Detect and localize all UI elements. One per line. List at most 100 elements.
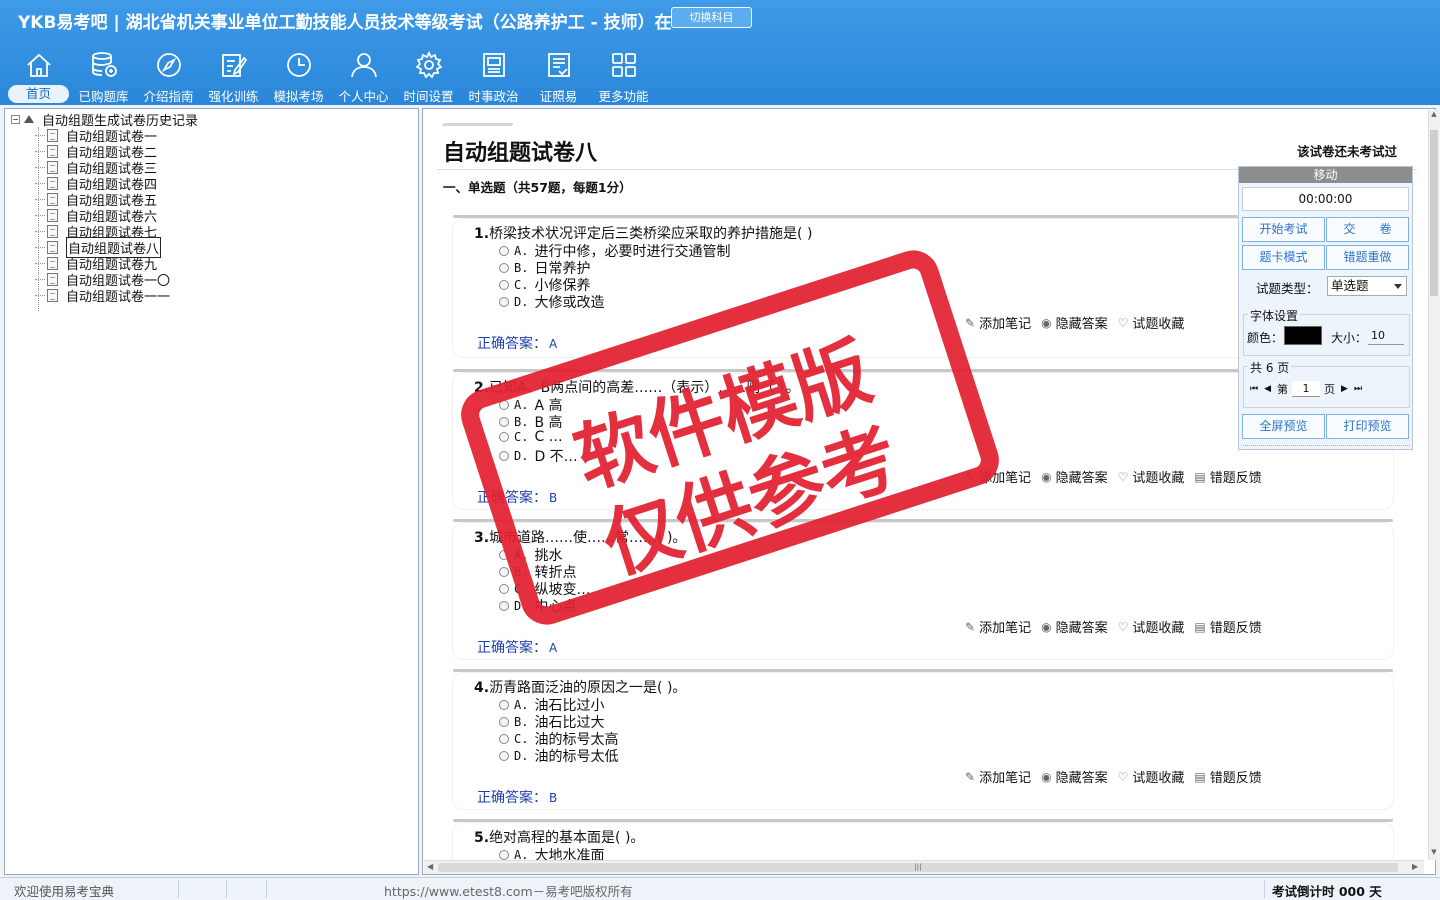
radio-button[interactable] (499, 751, 509, 761)
action-eye[interactable]: ◉ 隐藏答案 (1041, 467, 1108, 487)
option-letter: D. (514, 599, 529, 613)
nav-purchased-bank[interactable]: 已购题库 (71, 46, 136, 104)
option-text: 中心点 (534, 599, 577, 615)
nav-training[interactable]: 强化训练 (201, 46, 266, 104)
option-letter: B. (514, 415, 529, 429)
question-type-select[interactable]: 单选题 (1327, 276, 1407, 296)
last-page-icon[interactable]: ⏭ (1354, 384, 1362, 394)
radio-button[interactable] (499, 297, 509, 307)
action-heart[interactable]: ♡ 试题收藏 (1118, 467, 1185, 487)
document-icon (47, 144, 58, 158)
heart-icon: ♡ (1117, 769, 1129, 784)
radio-button[interactable] (499, 734, 509, 744)
scroll-down-icon[interactable]: ▼ (1429, 848, 1439, 858)
radio-button[interactable] (499, 400, 509, 410)
radio-button[interactable] (499, 584, 509, 594)
option-letter: C. (514, 430, 529, 444)
next-page-icon[interactable]: ▶ (1341, 384, 1348, 394)
scroll-up-icon[interactable]: ▲ (1429, 110, 1439, 120)
action-pencil[interactable]: ✎ 添加笔记 (965, 467, 1031, 487)
section-heading: 一、单选题（共57题，每题1分） (443, 180, 632, 195)
move-handle[interactable]: 移动 (1239, 167, 1412, 183)
scroll-thumb[interactable]: ||| (438, 863, 1398, 872)
fullscreen-preview-button[interactable]: 全屏预览 (1242, 414, 1325, 439)
redo-wrong-button[interactable]: 错题重做 (1326, 245, 1409, 270)
action-eye[interactable]: ◉ 隐藏答案 (1041, 617, 1108, 637)
action-eye[interactable]: ◉ 隐藏答案 (1041, 767, 1108, 787)
pencil-icon: ✎ (965, 769, 976, 784)
paper-history-tree: − 自动组题生成试卷历史记录 自动组题试卷一 自动组题试卷二 自动组题试卷三 自动组题… (4, 108, 419, 875)
answer-option[interactable]: D. 油的标号太低 (499, 746, 618, 766)
answer-option[interactable]: D. D 不… (499, 446, 578, 466)
submit-paper-button[interactable]: 交 卷 (1326, 217, 1409, 242)
tree-item[interactable]: 自动组题试卷一一 (34, 287, 170, 305)
question-actions: ✎ 添加笔记 ◉ 隐藏答案 ♡ 试题收藏 ▤ 错题反馈 (965, 617, 1272, 637)
nav-home[interactable]: 首页 (6, 46, 71, 104)
feedback-icon: ▤ (1194, 619, 1206, 634)
question-actions: ✎ 添加笔记 ◉ 隐藏答案 ♡ 试题收藏 (965, 313, 1194, 333)
card-mode-button[interactable]: 题卡模式 (1242, 245, 1325, 270)
action-heart[interactable]: ♡ 试题收藏 (1117, 767, 1185, 787)
vertical-scrollbar[interactable]: ▲ ▼ (1428, 110, 1438, 860)
nav-label: 首页 (8, 85, 69, 103)
start-exam-button[interactable]: 开始考试 (1242, 217, 1325, 242)
action-feedback[interactable]: ▤ 错题反馈 (1194, 617, 1261, 637)
radio-button[interactable] (499, 550, 509, 560)
prev-page-icon[interactable]: ◀ (1264, 384, 1271, 394)
option-letter: A. (514, 698, 529, 712)
action-pencil[interactable]: ✎ 添加笔记 (965, 313, 1031, 333)
print-preview-button[interactable]: 打印预览 (1326, 414, 1409, 439)
option-letter: B. (514, 565, 529, 579)
answer-option[interactable]: D. 中心点 (499, 596, 576, 616)
option-letter: A. (514, 244, 529, 258)
switch-subject-button[interactable]: 切换科目 (671, 7, 752, 28)
radio-button[interactable] (499, 280, 509, 290)
collapse-icon[interactable]: − (11, 114, 20, 124)
action-feedback[interactable]: ▤ 错题反馈 (1194, 467, 1261, 487)
radio-button[interactable] (499, 601, 509, 611)
color-picker[interactable] (1284, 326, 1322, 345)
scroll-left-icon[interactable]: ◀ (427, 862, 433, 871)
question-type-label: 试题类型： (1256, 281, 1319, 296)
action-heart[interactable]: ♡ 试题收藏 (1118, 617, 1185, 637)
radio-button[interactable] (499, 717, 509, 727)
nav-guide[interactable]: 介绍指南 (136, 46, 201, 104)
radio-button[interactable] (499, 246, 509, 256)
action-eye[interactable]: ◉ 隐藏答案 (1041, 313, 1108, 333)
feedback-icon: ▤ (1194, 769, 1206, 784)
nav-label: 模拟考场 (273, 89, 324, 104)
scroll-right-icon[interactable]: ▶ (1412, 862, 1418, 871)
horizontal-scrollbar[interactable]: ◀ ||| ▶ (424, 860, 1424, 874)
answer-option[interactable]: C. C … (499, 429, 563, 445)
radio-button[interactable] (499, 850, 509, 860)
action-pencil[interactable]: ✎ 添加笔记 (965, 767, 1031, 787)
page-prefix: 第 (1277, 383, 1289, 396)
correct-answer: 正确答案： B (477, 490, 558, 506)
radio-button[interactable] (499, 263, 509, 273)
option-text: D 不… (534, 449, 578, 465)
nav-personal-center[interactable]: 个人中心 (331, 46, 396, 104)
nav-certificate[interactable]: 证照易 (526, 46, 591, 104)
nav-more[interactable]: 更多功能 (591, 46, 656, 104)
radio-button[interactable] (499, 417, 509, 427)
answer-option[interactable]: D. 大修或改造 (499, 292, 604, 312)
nav-label: 更多功能 (598, 89, 649, 104)
answer-value: A (549, 641, 558, 655)
action-heart[interactable]: ♡ 试题收藏 (1118, 313, 1185, 333)
action-pencil[interactable]: ✎ 添加笔记 (965, 617, 1031, 637)
scroll-thumb[interactable] (1430, 130, 1438, 296)
radio-button[interactable] (499, 432, 509, 442)
action-feedback[interactable]: ▤ 错题反馈 (1194, 767, 1261, 787)
nav-current-affairs[interactable]: 时事政治 (461, 46, 526, 104)
first-page-icon[interactable]: ⏮ (1250, 384, 1258, 394)
radio-button[interactable] (499, 700, 509, 710)
nav-time-settings[interactable]: 时间设置 (396, 46, 461, 104)
question-number: 2. (474, 380, 490, 396)
page-number-input[interactable]: 1 (1292, 381, 1321, 397)
font-size-input[interactable]: 10 (1368, 327, 1404, 345)
clock-icon (286, 53, 311, 77)
nav-mock-exam[interactable]: 模拟考场 (266, 46, 331, 104)
radio-button[interactable] (499, 567, 509, 577)
radio-button[interactable] (499, 451, 509, 461)
question-number: 1. (474, 226, 490, 242)
